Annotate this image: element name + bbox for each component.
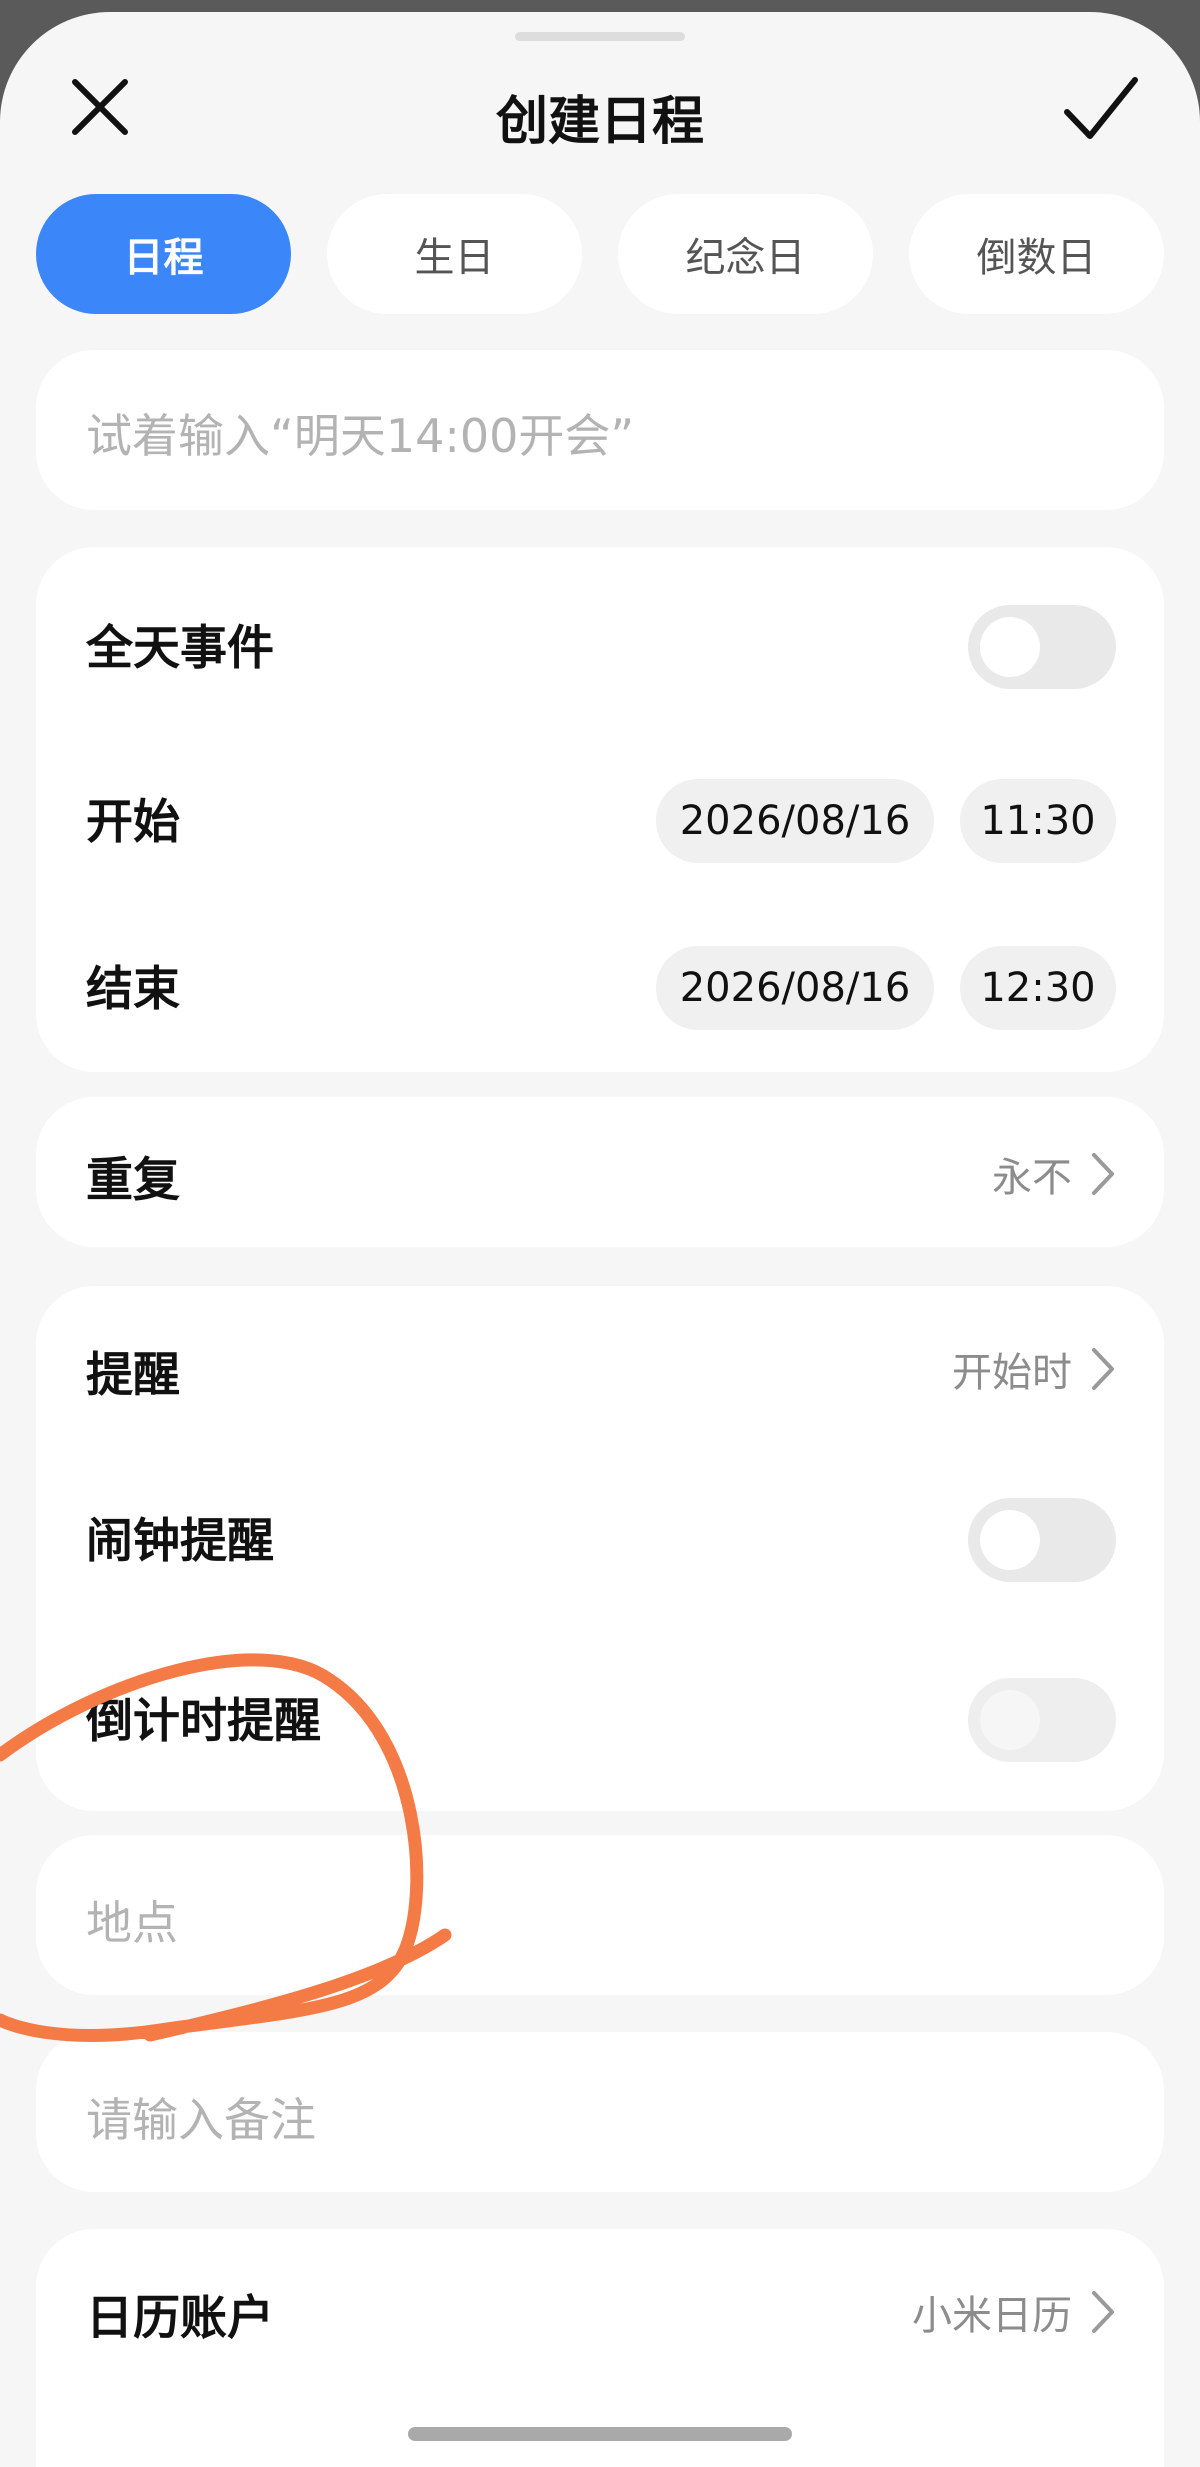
location-placeholder: 地点 [86, 1896, 178, 1950]
bottom-sheet: 创建日程 日程 生日 纪念日 倒数日 试着输入“明天14:00开会” 全天事件 … [0, 12, 1200, 2467]
tab-anniversary[interactable]: 纪念日 [618, 194, 873, 314]
reminder-label: 提醒 [86, 1348, 180, 1403]
tab-birthday[interactable]: 生日 [327, 194, 582, 314]
chevron-right-icon [1092, 2291, 1114, 2333]
alarm-reminder-label: 闹钟提醒 [86, 1514, 274, 1569]
location-field[interactable]: 地点 [36, 1835, 1164, 1995]
start-time-button[interactable]: 11:30 [960, 779, 1116, 863]
chevron-right-icon [1092, 1348, 1114, 1390]
start-date-button[interactable]: 2026/08/16 [656, 779, 934, 863]
alarm-reminder-toggle[interactable] [968, 1498, 1116, 1582]
reminder-card: 提醒 开始时 闹钟提醒 倒计时提醒 [36, 1286, 1164, 1811]
toggle-knob [980, 617, 1040, 677]
time-card: 全天事件 开始 2026/08/16 11:30 结束 2026/08/16 1… [36, 547, 1164, 1072]
sheet-grabber[interactable] [515, 32, 685, 41]
page-title: 创建日程 [495, 92, 704, 152]
note-placeholder: 请输入备注 [86, 2093, 316, 2147]
calendar-account-label: 日历账户 [86, 2291, 274, 2346]
end-date-button[interactable]: 2026/08/16 [656, 946, 934, 1030]
repeat-row[interactable]: 重复 永不 [36, 1097, 1164, 1247]
tab-schedule[interactable]: 日程 [36, 194, 291, 314]
note-field[interactable]: 请输入备注 [36, 2032, 1164, 2192]
toggle-knob [980, 1690, 1040, 1750]
calendar-account-value-text: 小米日历 [912, 2293, 1072, 2339]
repeat-value[interactable]: 永不 [992, 1145, 1116, 1203]
quick-input-field[interactable]: 试着输入“明天14:00开会” [36, 350, 1164, 510]
chevron-right-icon [1092, 1153, 1114, 1195]
calendar-account-value[interactable]: 小米日历 [912, 2283, 1116, 2341]
tab-countdown-day[interactable]: 倒数日 [909, 194, 1164, 314]
countdown-reminder-label: 倒计时提醒 [86, 1694, 321, 1749]
start-label: 开始 [86, 795, 180, 850]
all-day-toggle[interactable] [968, 605, 1116, 689]
end-time-button[interactable]: 12:30 [960, 946, 1116, 1030]
toggle-knob [980, 1510, 1040, 1570]
end-label: 结束 [86, 962, 180, 1017]
countdown-reminder-toggle[interactable] [968, 1678, 1116, 1762]
quick-input-placeholder: 试着输入“明天14:00开会” [86, 409, 635, 463]
reminder-value[interactable]: 开始时 [952, 1340, 1116, 1398]
repeat-value-text: 永不 [992, 1155, 1072, 1201]
reminder-value-text: 开始时 [952, 1350, 1072, 1396]
repeat-label: 重复 [86, 1153, 180, 1208]
home-indicator[interactable] [408, 2427, 792, 2441]
check-icon[interactable] [1055, 62, 1145, 152]
all-day-label: 全天事件 [86, 621, 274, 676]
